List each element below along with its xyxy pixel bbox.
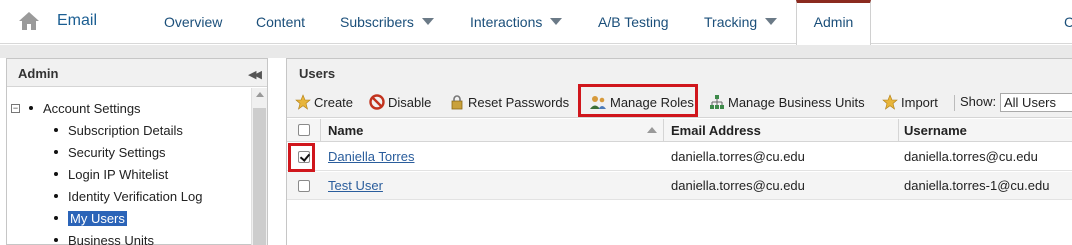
row-checkbox[interactable] [298,151,310,163]
table-row[interactable]: Daniella Torres daniella.torres@cu.edu d… [287,143,1072,171]
chevron-down-icon [421,18,434,25]
star-icon [882,94,898,110]
tree-item-business-units[interactable]: Business Units [54,233,154,245]
tree-item-account-settings[interactable]: Account Settings [29,101,141,116]
top-navigation-bar: Email Overview Content Subscribers Inter… [0,0,1072,45]
panel-title: Users [299,66,336,81]
sidebar-header: Admin ◀◀ [7,59,267,87]
tab-ab-testing[interactable]: A/B Testing [598,14,669,30]
bullet-icon [54,216,58,220]
toolbar-divider [954,95,955,111]
user-name-link[interactable]: Daniella Torres [328,149,414,164]
reset-passwords-button[interactable]: Reset Passwords [449,94,569,110]
table-row[interactable]: Test User daniella.torres@cu.edu daniell… [287,172,1072,200]
column-header-name[interactable]: Name [328,123,363,138]
scroll-up-icon[interactable] [256,92,264,97]
tab-truncated[interactable]: C [1064,14,1072,30]
users-panel: Users Create Disable Reset Passwords Man… [286,58,1072,245]
admin-sidebar: Admin ◀◀ − Account Settings Subscription… [6,58,268,245]
column-header-username[interactable]: Username [904,123,967,138]
show-label: Show: [960,94,997,109]
manage-business-units-button[interactable]: Manage Business Units [709,94,865,110]
bullet-icon [54,238,58,242]
tree-collapse-toggle[interactable]: − [11,104,20,113]
tab-overview[interactable]: Overview [164,14,222,30]
user-email: daniella.torres@cu.edu [671,149,805,164]
column-divider [898,119,899,142]
chevron-down-icon [765,18,778,25]
user-name-link[interactable]: Test User [328,178,383,193]
scrollbar-thumb[interactable] [253,108,266,245]
tree-item-login-ip-whitelist[interactable]: Login IP Whitelist [54,167,168,182]
row-checkbox[interactable] [298,180,310,192]
manage-roles-button[interactable]: Manage Roles [589,94,694,110]
tab-subscribers[interactable]: Subscribers [340,14,434,30]
bullet-icon [54,150,58,154]
create-button[interactable]: Create [295,94,353,110]
bullet-icon [54,172,58,176]
app-title: Email [57,12,98,29]
import-button[interactable]: Import [882,94,938,110]
bullet-icon [54,194,58,198]
sidebar-scrollbar[interactable] [251,88,267,245]
user-email: daniella.torres@cu.edu [671,178,805,193]
users-panel-header: Users [287,59,1072,87]
disable-button[interactable]: Disable [369,94,431,110]
users-grid-header: Name Email Address Username [287,119,1072,142]
tab-admin[interactable]: Admin [796,0,871,45]
select-all-checkbox[interactable] [298,124,310,136]
users-roles-icon [590,96,606,109]
column-divider [320,119,321,142]
tab-interactions[interactable]: Interactions [470,14,563,30]
disable-icon [369,94,385,110]
user-username: daniella.torres-1@cu.edu [904,178,1050,193]
column-divider [663,119,664,142]
users-toolbar: Create Disable Reset Passwords Manage Ro… [287,87,1072,118]
org-chart-icon [710,95,724,109]
tree-item-subscription-details[interactable]: Subscription Details [54,123,183,138]
bullet-icon [29,106,33,110]
tree-item-security-settings[interactable]: Security Settings [54,145,166,160]
section-gap [0,45,1072,58]
sort-ascending-icon[interactable] [647,127,657,133]
star-icon [295,94,311,110]
home-icon[interactable] [18,10,40,32]
user-username: daniella.torres@cu.edu [904,149,1038,164]
bullet-icon [54,128,58,132]
lock-icon [451,95,463,110]
tab-tracking[interactable]: Tracking [704,14,778,30]
sidebar-title: Admin [18,66,59,81]
tab-content[interactable]: Content [256,14,305,30]
chevron-down-icon [550,18,563,25]
tree-item-identity-verification-log[interactable]: Identity Verification Log [54,189,202,204]
column-header-email[interactable]: Email Address [671,123,761,138]
collapse-panel-icon[interactable]: ◀◀ [248,68,262,81]
tree-item-my-users[interactable]: My Users [54,211,127,226]
show-filter-select[interactable]: All Users [1000,93,1072,112]
